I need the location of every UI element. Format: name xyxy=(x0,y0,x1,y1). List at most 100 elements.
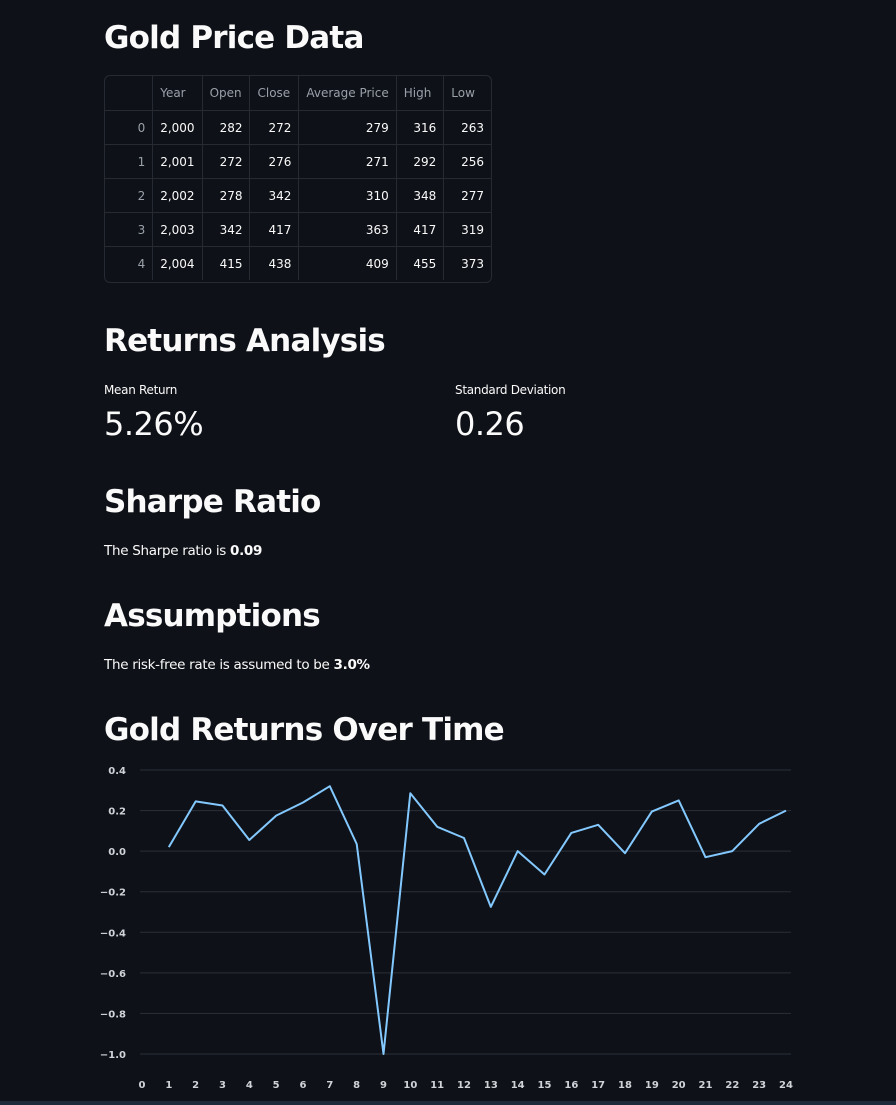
table-cell[interactable]: 282 xyxy=(202,110,251,145)
bottom-status-bar xyxy=(0,1101,896,1105)
table-cell[interactable]: 292 xyxy=(396,144,445,179)
x-tick-label: 11 xyxy=(430,1080,444,1091)
table-cell[interactable]: 363 xyxy=(298,212,397,247)
table-cell[interactable]: 438 xyxy=(249,246,300,280)
table-row: 1 2,001 272 276 271 292 256 xyxy=(105,144,491,179)
table-row: 2 2,002 278 342 310 348 277 xyxy=(105,178,491,213)
x-tick-label: 10 xyxy=(403,1080,417,1091)
x-axis-ticks: 0 1 2 3 4 5 6 7 8 9 10 11 12 13 14 15 16 17 18 19 20 21 22 23 24 xyxy=(139,1080,793,1091)
table-cell[interactable]: 342 xyxy=(202,212,251,247)
column-header-index[interactable] xyxy=(105,76,154,111)
table-cell[interactable]: 2,000 xyxy=(152,110,203,145)
table-cell[interactable]: 272 xyxy=(249,110,300,145)
table-cell[interactable]: 310 xyxy=(298,178,397,213)
x-tick-label: 17 xyxy=(591,1080,605,1091)
y-tick-label: −0.6 xyxy=(100,969,126,980)
chart-grid xyxy=(140,769,791,1055)
table-cell[interactable]: 342 xyxy=(249,178,300,213)
y-axis-ticks: 0.4 0.2 0.0 −0.2 −0.4 −0.6 −0.8 −1.0 xyxy=(100,766,126,1061)
x-tick-label: 14 xyxy=(511,1080,525,1091)
row-index[interactable]: 4 xyxy=(105,246,154,280)
y-tick-label: 0.4 xyxy=(108,766,126,777)
sharpe-ratio-value: 0.09 xyxy=(230,543,263,559)
table-cell[interactable]: 316 xyxy=(396,110,445,145)
table-cell[interactable]: 2,002 xyxy=(152,178,203,213)
app-page: Gold Price Data Year Open Close Average … xyxy=(0,0,896,1105)
table-row: 3 2,003 342 417 363 417 319 xyxy=(105,212,491,247)
x-tick-label: 24 xyxy=(779,1080,793,1091)
y-tick-label: −1.0 xyxy=(100,1050,126,1061)
x-tick-label: 13 xyxy=(484,1080,498,1091)
y-tick-label: −0.2 xyxy=(100,888,126,899)
y-tick-label: −0.8 xyxy=(100,1009,126,1020)
column-header-average-price[interactable]: Average Price xyxy=(298,76,397,111)
table-cell[interactable]: 263 xyxy=(443,110,491,145)
series-line-layer xyxy=(167,785,787,1055)
x-tick-label: 5 xyxy=(273,1080,280,1091)
x-tick-label: 21 xyxy=(699,1080,713,1091)
gold-price-table[interactable]: Year Open Close Average Price High Low 0… xyxy=(104,75,492,283)
assumptions-title: Assumptions xyxy=(104,598,321,634)
row-index[interactable]: 3 xyxy=(105,212,154,247)
table-cell[interactable]: 2,003 xyxy=(152,212,203,247)
table-cell[interactable]: 272 xyxy=(202,144,251,179)
column-header-open[interactable]: Open xyxy=(202,76,251,111)
row-index[interactable]: 2 xyxy=(105,178,154,213)
table-cell[interactable]: 417 xyxy=(249,212,300,247)
table-cell[interactable]: 277 xyxy=(443,178,491,213)
x-tick-label: 8 xyxy=(353,1080,360,1091)
x-tick-label: 0 xyxy=(139,1080,146,1091)
y-tick-label: 0.0 xyxy=(108,847,126,858)
gold-returns-chart-title: Gold Returns Over Time xyxy=(104,712,505,748)
table-header-row: Year Open Close Average Price High Low xyxy=(105,76,491,111)
column-header-year[interactable]: Year xyxy=(152,76,203,111)
x-tick-label: 15 xyxy=(538,1080,552,1091)
table-cell[interactable]: 348 xyxy=(396,178,445,213)
sharpe-ratio-text: The Sharpe ratio is 0.09 xyxy=(104,543,262,559)
table-cell[interactable]: 256 xyxy=(443,144,491,179)
table-cell[interactable]: 279 xyxy=(298,110,397,145)
table-cell[interactable]: 319 xyxy=(443,212,491,247)
table-cell[interactable]: 2,001 xyxy=(152,144,203,179)
table-cell[interactable]: 409 xyxy=(298,246,397,280)
x-tick-label: 12 xyxy=(457,1080,471,1091)
x-tick-label: 19 xyxy=(645,1080,659,1091)
table-row: 0 2,000 282 272 279 316 263 xyxy=(105,110,491,145)
table-cell[interactable]: 278 xyxy=(202,178,251,213)
table-cell[interactable]: 415 xyxy=(202,246,251,280)
column-header-low[interactable]: Low xyxy=(443,76,491,111)
x-tick-label: 1 xyxy=(165,1080,172,1091)
sharpe-ratio-prefix: The Sharpe ratio is xyxy=(104,543,231,559)
risk-free-value: 3.0% xyxy=(333,657,371,673)
x-tick-label: 16 xyxy=(564,1080,578,1091)
row-index[interactable]: 0 xyxy=(105,110,154,145)
data-table: Year Open Close Average Price High Low 0… xyxy=(105,76,491,280)
x-tick-label: 4 xyxy=(246,1080,253,1091)
risk-free-prefix: The risk-free rate is assumed to be xyxy=(104,657,334,673)
mean-return-label: Mean Return xyxy=(104,383,178,397)
table-cell[interactable]: 455 xyxy=(396,246,445,280)
x-tick-label: 3 xyxy=(219,1080,226,1091)
table-cell[interactable]: 373 xyxy=(444,247,491,281)
column-header-close[interactable]: Close xyxy=(249,76,300,111)
x-tick-label: 6 xyxy=(300,1080,307,1091)
x-tick-label: 7 xyxy=(326,1080,333,1091)
x-tick-label: 2 xyxy=(192,1080,199,1091)
table-row: 4 2,004 415 438 409 455 373 xyxy=(105,246,491,281)
table-cell[interactable]: 2,004 xyxy=(152,246,203,280)
std-deviation-label: Standard Deviation xyxy=(455,383,566,397)
mean-return-value: 5.26% xyxy=(104,405,204,443)
table-cell[interactable]: 276 xyxy=(249,144,300,179)
row-index[interactable]: 1 xyxy=(105,144,154,179)
x-tick-label: 20 xyxy=(672,1080,686,1091)
x-tick-label: 18 xyxy=(618,1080,632,1091)
gold-price-title: Gold Price Data xyxy=(104,20,364,56)
assumptions-text: The risk-free rate is assumed to be 3.0% xyxy=(104,657,370,673)
table-cell[interactable]: 271 xyxy=(298,144,397,179)
column-header-high[interactable]: High xyxy=(396,76,445,111)
returns-series-line[interactable] xyxy=(167,785,787,1055)
x-tick-label: 23 xyxy=(752,1080,766,1091)
table-cell[interactable]: 417 xyxy=(396,212,445,247)
y-tick-label: 0.2 xyxy=(108,807,126,818)
x-tick-label: 22 xyxy=(725,1080,739,1091)
